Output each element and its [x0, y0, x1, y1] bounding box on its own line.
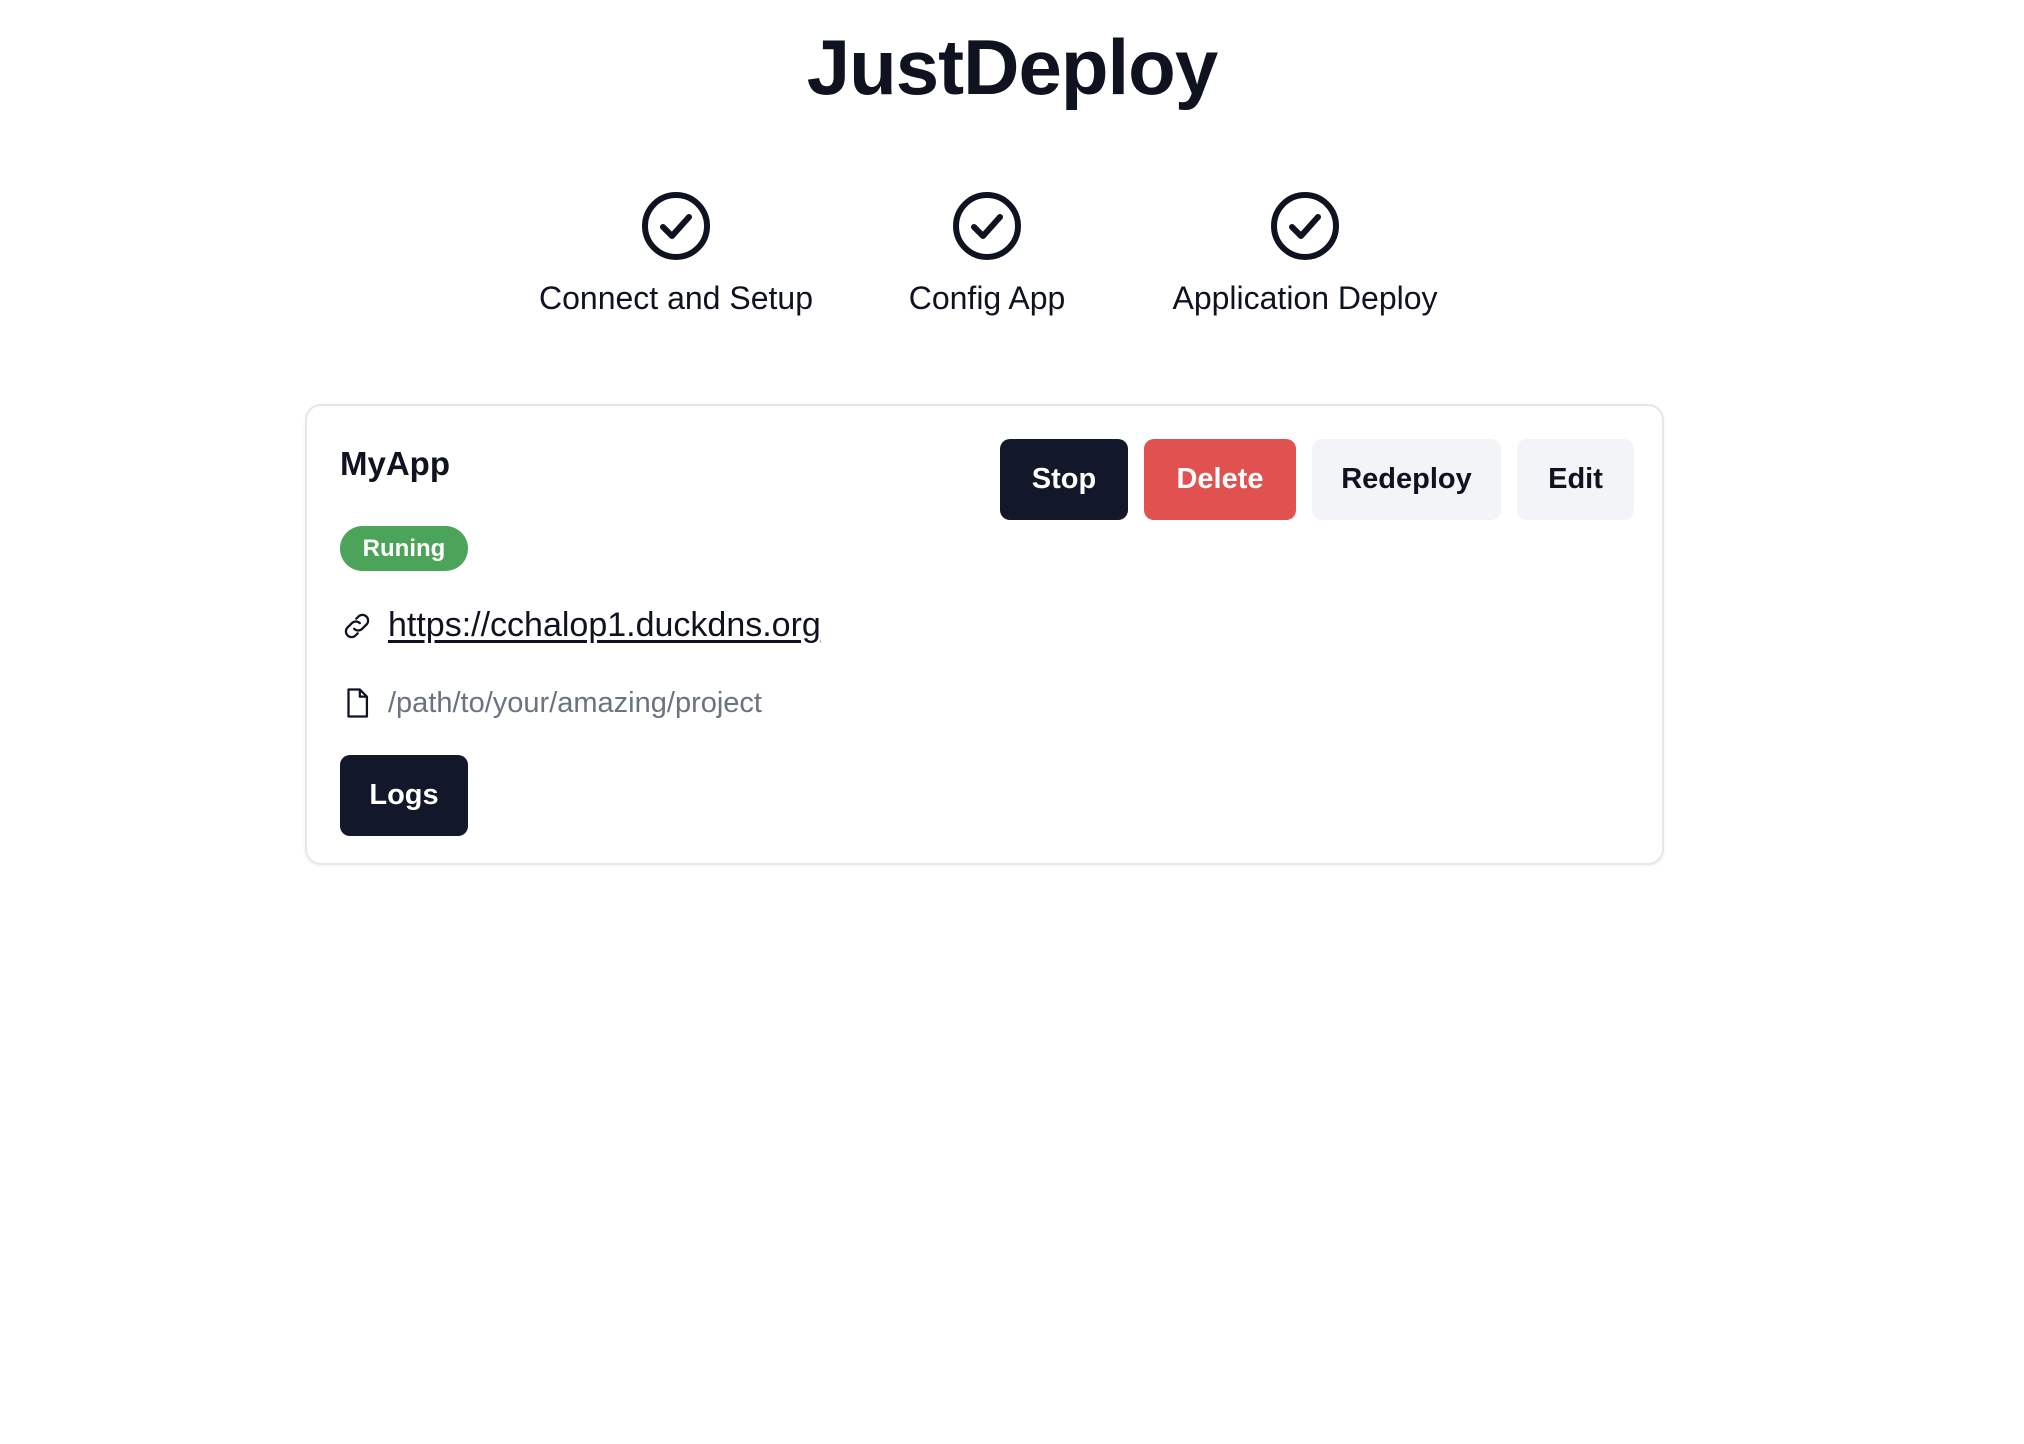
- step-label: Application Deploy: [1172, 280, 1438, 316]
- step-label: Connect and Setup: [539, 280, 813, 316]
- page-title: JustDeploy: [806, 23, 1218, 111]
- status-badge: Runing: [340, 526, 468, 571]
- check-circle-icon: [953, 192, 1021, 260]
- logs-button[interactable]: Logs: [340, 755, 468, 836]
- link-icon: [344, 613, 370, 638]
- stop-button[interactable]: Stop: [1000, 439, 1128, 520]
- delete-button[interactable]: Delete: [1144, 439, 1296, 520]
- edit-button[interactable]: Edit: [1517, 439, 1634, 520]
- step-application-deploy: Application Deploy: [1160, 190, 1450, 318]
- check-circle-icon: [1271, 192, 1339, 260]
- redeploy-button[interactable]: Redeploy: [1312, 439, 1501, 520]
- url-row: https://cchalop1.duckdns.org: [340, 606, 821, 645]
- app-name: MyApp: [340, 445, 450, 482]
- step-label: Config App: [908, 280, 1066, 316]
- app-card: MyApp Stop Delete Redeploy Edit Runing h…: [305, 404, 1664, 865]
- path-row: /path/to/your/amazing/project: [340, 686, 762, 720]
- step-connect-and-setup: Connect and Setup: [531, 190, 821, 318]
- step-config-app: Config App: [887, 190, 1087, 318]
- file-icon: [347, 688, 369, 718]
- app-url-link[interactable]: https://cchalop1.duckdns.org: [388, 606, 821, 645]
- check-circle-icon: [642, 192, 710, 260]
- project-path: /path/to/your/amazing/project: [388, 686, 762, 719]
